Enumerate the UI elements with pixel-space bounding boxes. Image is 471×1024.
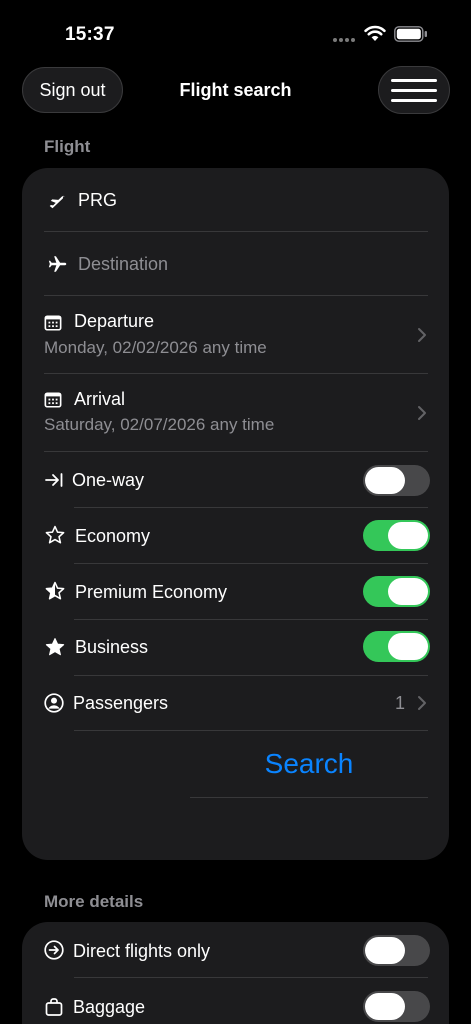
direct-flights-toggle[interactable] <box>363 935 430 966</box>
premium-economy-label: Premium Economy <box>75 582 228 602</box>
business-toggle[interactable] <box>363 631 430 662</box>
departure-value: Monday, 02/02/2026 any time <box>44 338 267 357</box>
star-outline-icon <box>44 524 66 546</box>
more-details-card: Direct flights only Baggage <box>22 922 449 1024</box>
chevron-right-icon <box>418 328 426 342</box>
baggage-row: Baggage <box>22 978 449 1024</box>
departure-label: Departure <box>74 311 155 331</box>
economy-label: Economy <box>75 526 151 546</box>
economy-row: Economy <box>22 508 449 563</box>
airplane-takeoff-icon <box>46 190 68 212</box>
passengers-count: 1 <box>394 693 405 713</box>
baggage-label: Baggage <box>73 997 146 1017</box>
calendar-icon <box>43 390 63 410</box>
chevron-right-icon <box>418 406 426 420</box>
arrow-circle-icon <box>43 939 65 961</box>
arrow-to-line-icon <box>43 469 65 491</box>
menu-button[interactable] <box>378 66 450 114</box>
economy-toggle[interactable] <box>363 520 430 551</box>
arrival-row[interactable]: Arrival Saturday, 02/07/2026 any time <box>22 374 449 451</box>
baggage-toggle[interactable] <box>363 991 430 1022</box>
origin-row[interactable]: PRG <box>22 168 449 231</box>
origin-value: PRG <box>78 190 118 210</box>
business-label: Business <box>75 637 149 657</box>
arrival-label: Arrival <box>74 389 126 409</box>
direct-flights-row: Direct flights only <box>22 922 449 977</box>
divider <box>190 797 428 798</box>
chevron-right-icon <box>418 696 426 710</box>
star-filled-icon <box>44 636 66 658</box>
divider <box>74 730 428 731</box>
passengers-label: Passengers <box>73 693 169 713</box>
section-header-more-details: More details <box>44 892 144 911</box>
hamburger-icon <box>391 78 437 82</box>
airplane-icon <box>47 253 69 275</box>
destination-row[interactable]: Destination <box>22 232 449 295</box>
direct-flights-label: Direct flights only <box>73 941 211 961</box>
star-half-icon <box>44 580 66 602</box>
flight-card: PRG Destination Departure Monday, 02/02/… <box>22 168 449 860</box>
one-way-row: One-way <box>22 452 449 507</box>
person-circle-icon <box>43 692 65 714</box>
wifi-icon <box>364 25 386 41</box>
arrival-value: Saturday, 02/07/2026 any time <box>44 415 275 434</box>
status-bar: 15:37 <box>0 0 471 60</box>
status-time: 15:37 <box>65 24 115 45</box>
section-header-flight: Flight <box>44 137 91 156</box>
bag-icon <box>43 996 65 1018</box>
premium-economy-toggle[interactable] <box>363 576 430 607</box>
passengers-row[interactable]: Passengers 1 <box>22 676 449 731</box>
destination-input: Destination <box>78 254 169 274</box>
nav-bar: Flight search Sign out <box>0 66 471 116</box>
business-row: Business <box>22 620 449 675</box>
battery-icon <box>394 26 427 42</box>
search-button[interactable]: Search <box>190 744 428 784</box>
cellular-icon <box>333 38 357 42</box>
premium-economy-row: Premium Economy <box>22 564 449 619</box>
calendar-icon <box>43 313 63 333</box>
sign-out-button[interactable]: Sign out <box>22 67 123 113</box>
departure-row[interactable]: Departure Monday, 02/02/2026 any time <box>22 296 449 373</box>
one-way-toggle[interactable] <box>363 465 430 496</box>
one-way-label: One-way <box>72 470 145 490</box>
